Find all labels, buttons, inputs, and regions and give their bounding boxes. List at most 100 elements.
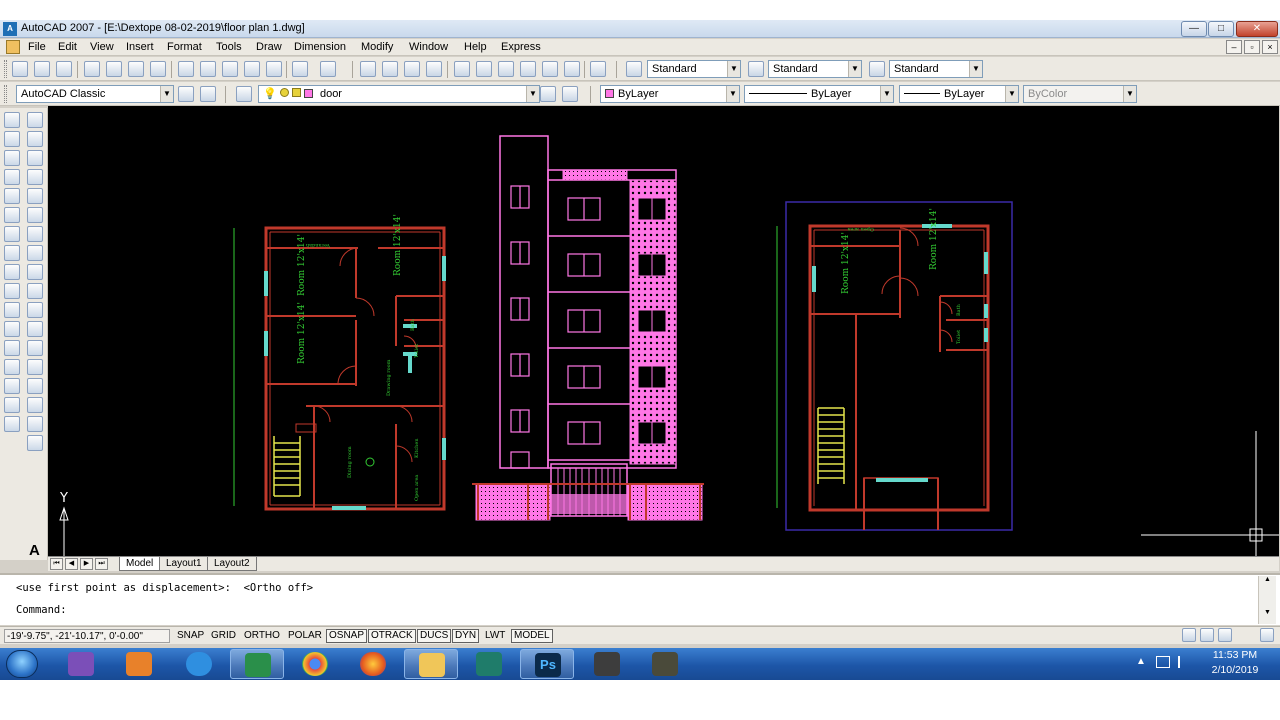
3d-dwf-icon[interactable] bbox=[150, 61, 166, 77]
menu-insert[interactable]: Insert bbox=[126, 41, 154, 53]
grid-toggle[interactable]: GRID bbox=[208, 629, 239, 643]
tool-palettes-icon[interactable] bbox=[498, 61, 514, 77]
status-menu-icon[interactable] bbox=[1260, 628, 1274, 642]
drawing-area[interactable]: Room 12'x14' Room 12'x14' Room 12'x14' D… bbox=[48, 106, 1279, 556]
join-icon[interactable] bbox=[4, 359, 20, 375]
taskbar-app-camtasia[interactable] bbox=[462, 649, 516, 679]
zoom-realtime-icon[interactable] bbox=[382, 61, 398, 77]
polygon-icon[interactable] bbox=[27, 169, 43, 185]
text-style-icon[interactable] bbox=[626, 61, 642, 77]
clock-time[interactable]: 11:53 PM bbox=[1206, 649, 1264, 661]
paste-icon[interactable] bbox=[222, 61, 238, 77]
menu-tools[interactable]: Tools bbox=[216, 41, 242, 53]
menu-edit[interactable]: Edit bbox=[58, 41, 77, 53]
explode-icon[interactable] bbox=[4, 416, 20, 432]
menu-modify[interactable]: Modify bbox=[361, 41, 393, 53]
chevron-down-icon[interactable]: ▼ bbox=[726, 86, 739, 102]
trim-icon[interactable] bbox=[4, 283, 20, 299]
chevron-down-icon[interactable]: ▼ bbox=[848, 61, 861, 77]
action-center-flag-icon[interactable] bbox=[1178, 656, 1188, 668]
document-icon[interactable] bbox=[6, 40, 20, 54]
arc-icon[interactable] bbox=[27, 207, 43, 223]
layer-combo[interactable]: 💡 door ▼ bbox=[258, 85, 540, 103]
ortho-toggle[interactable]: ORTHO bbox=[241, 629, 283, 643]
chevron-down-icon[interactable]: ▼ bbox=[526, 86, 539, 102]
tab-layout2[interactable]: Layout2 bbox=[207, 557, 257, 571]
array-icon[interactable] bbox=[4, 188, 20, 204]
plot-preview-icon[interactable] bbox=[106, 61, 122, 77]
text-style-combo[interactable]: Standard ▼ bbox=[647, 60, 741, 78]
point-icon[interactable] bbox=[27, 359, 43, 375]
lock-icon[interactable] bbox=[291, 88, 301, 97]
match-properties-icon[interactable] bbox=[244, 61, 260, 77]
multiline-text-icon[interactable]: A bbox=[29, 542, 40, 559]
chevron-down-icon[interactable]: ▼ bbox=[969, 61, 982, 77]
menu-file[interactable]: File bbox=[28, 41, 46, 53]
region-icon[interactable] bbox=[27, 416, 43, 432]
hatch-icon[interactable] bbox=[27, 378, 43, 394]
previous-tab-button[interactable]: ◀ bbox=[65, 558, 78, 570]
gradient-icon[interactable] bbox=[27, 397, 43, 413]
plot-icon[interactable] bbox=[84, 61, 100, 77]
menu-express[interactable]: Express bbox=[501, 41, 541, 53]
show-hidden-icons-button[interactable]: ▲ bbox=[1136, 656, 1146, 667]
menu-dimension[interactable]: Dimension bbox=[294, 41, 346, 53]
tab-model[interactable]: Model bbox=[119, 557, 161, 571]
lwt-toggle[interactable]: LWT bbox=[482, 629, 508, 643]
taskbar-app-firefox[interactable] bbox=[346, 649, 400, 679]
properties-icon[interactable] bbox=[454, 61, 470, 77]
osnap-toggle[interactable]: OSNAP bbox=[326, 629, 368, 643]
insert-block-icon[interactable] bbox=[27, 321, 43, 337]
table-style-combo[interactable]: Standard ▼ bbox=[889, 60, 983, 78]
autocad-app-icon[interactable]: A bbox=[3, 22, 17, 36]
redo-icon[interactable] bbox=[320, 61, 336, 77]
first-tab-button[interactable]: ⏮ bbox=[50, 558, 63, 570]
coordinate-display[interactable]: -19'-9.75", -21'-10.17", 0'-0.00" bbox=[4, 629, 170, 643]
otrack-toggle[interactable]: OTRACK bbox=[368, 629, 416, 643]
table-icon[interactable] bbox=[27, 435, 43, 451]
taskbar-app-visual-studio[interactable] bbox=[54, 649, 108, 679]
chevron-down-icon[interactable]: ▼ bbox=[727, 61, 740, 77]
dim-style-combo[interactable]: Standard ▼ bbox=[768, 60, 862, 78]
ellipse-icon[interactable] bbox=[27, 283, 43, 299]
break-at-point-icon[interactable] bbox=[4, 321, 20, 337]
open-icon[interactable] bbox=[34, 61, 50, 77]
chamfer-icon[interactable] bbox=[4, 378, 20, 394]
scroll-up-icon[interactable]: ▲ bbox=[1259, 576, 1276, 583]
lightbulb-icon[interactable]: 💡 bbox=[263, 88, 277, 100]
save-workspace-icon[interactable] bbox=[200, 86, 216, 102]
make-block-icon[interactable] bbox=[27, 340, 43, 356]
offset-icon[interactable] bbox=[4, 169, 20, 185]
communication-center-icon[interactable] bbox=[1182, 628, 1196, 642]
taskbar-app-chrome[interactable] bbox=[288, 649, 342, 679]
lock-toolbar-icon[interactable] bbox=[1200, 628, 1214, 642]
revision-cloud-icon[interactable] bbox=[27, 245, 43, 261]
doc-close-button[interactable]: × bbox=[1262, 40, 1278, 54]
linetype-combo[interactable]: ByLayer ▼ bbox=[744, 85, 894, 103]
close-button[interactable]: ✕ bbox=[1236, 21, 1278, 37]
table-style-icon[interactable] bbox=[869, 61, 885, 77]
menu-format[interactable]: Format bbox=[167, 41, 202, 53]
move-icon[interactable] bbox=[4, 207, 20, 223]
taskbar-app-file-explorer[interactable] bbox=[404, 649, 458, 679]
menu-draw[interactable]: Draw bbox=[256, 41, 282, 53]
rectangle-icon[interactable] bbox=[27, 188, 43, 204]
doc-minimize-button[interactable]: – bbox=[1226, 40, 1242, 54]
ellipse-arc-icon[interactable] bbox=[27, 302, 43, 318]
mirror-icon[interactable] bbox=[4, 150, 20, 166]
taskbar-app-autocad[interactable] bbox=[230, 649, 284, 679]
publish-icon[interactable] bbox=[128, 61, 144, 77]
scroll-down-icon[interactable]: ▼ bbox=[1259, 609, 1276, 616]
fillet-icon[interactable] bbox=[4, 397, 20, 413]
tab-layout1[interactable]: Layout1 bbox=[159, 557, 209, 571]
ducs-toggle[interactable]: DUCS bbox=[417, 629, 452, 643]
model-toggle[interactable]: MODEL bbox=[511, 629, 553, 643]
workspace-combo[interactable]: AutoCAD Classic ▼ bbox=[16, 85, 174, 103]
taskbar-app-internet-explorer[interactable] bbox=[172, 649, 226, 679]
help-icon[interactable] bbox=[590, 61, 606, 77]
dyn-toggle[interactable]: DYN bbox=[452, 629, 480, 643]
scale-icon[interactable] bbox=[4, 245, 20, 261]
taskbar-app-camtasia-recorder[interactable] bbox=[580, 649, 634, 679]
construction-line-icon[interactable] bbox=[27, 131, 43, 147]
erase-icon[interactable] bbox=[4, 112, 20, 128]
